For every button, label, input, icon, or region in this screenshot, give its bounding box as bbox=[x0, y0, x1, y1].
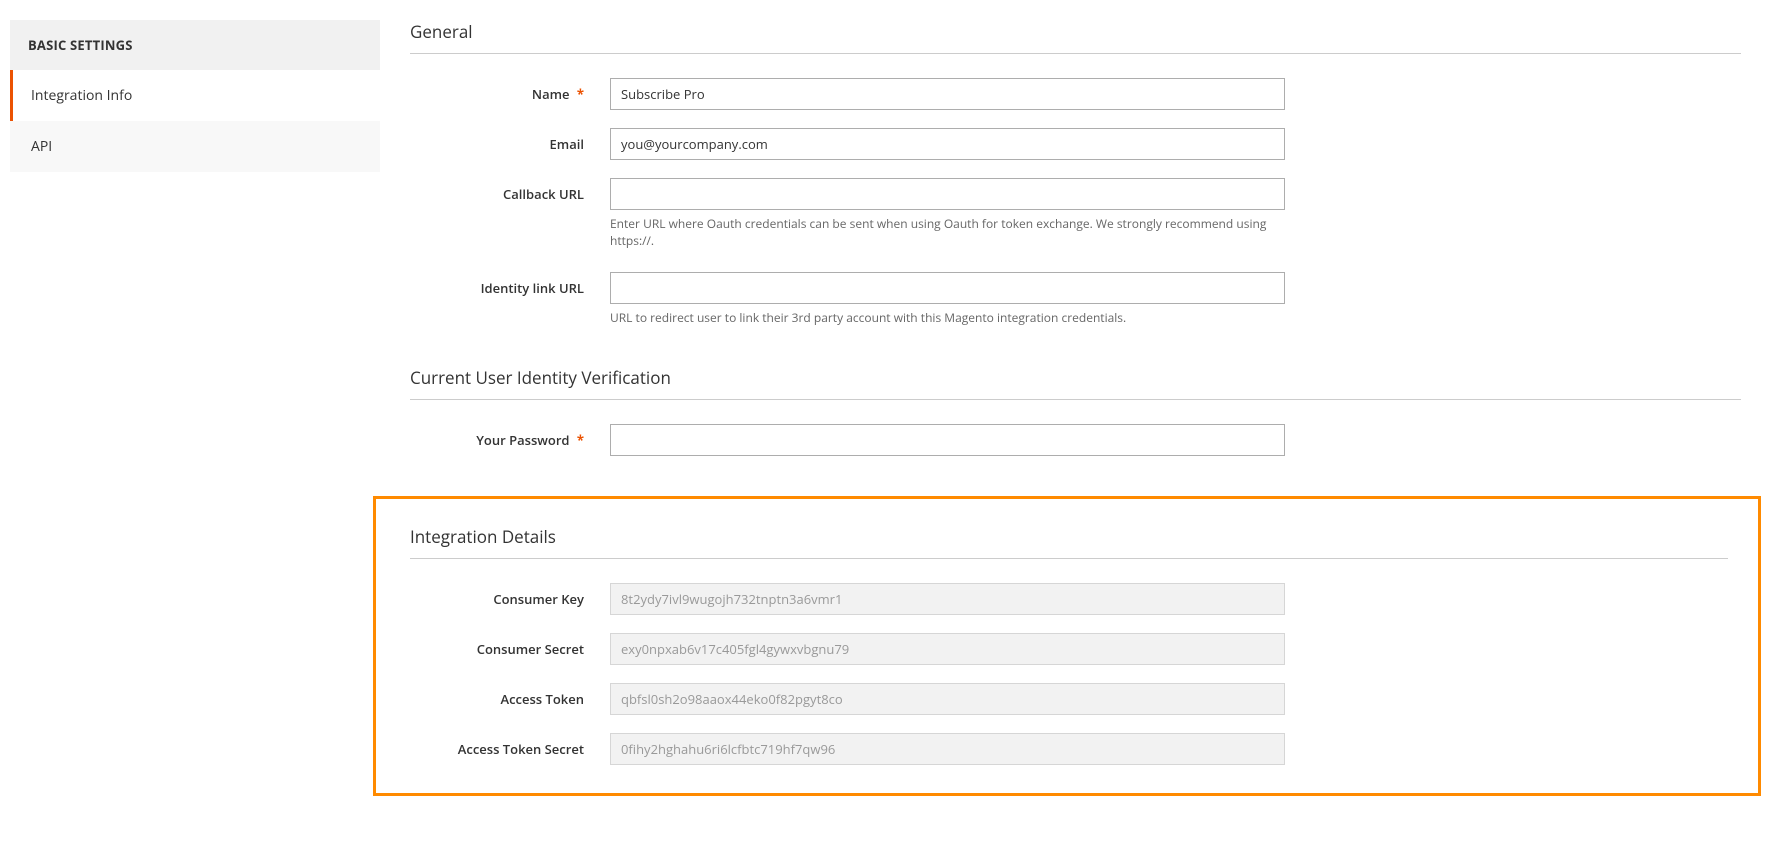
field-row-identity-link-url: Identity link URL URL to redirect user t… bbox=[410, 272, 1741, 327]
label-access-token: Access Token bbox=[500, 690, 584, 708]
label-callback-url: Callback URL bbox=[503, 185, 584, 203]
field-row-name: Name bbox=[410, 78, 1741, 110]
label-consumer-key: Consumer Key bbox=[493, 590, 584, 608]
field-row-access-token-secret: Access Token Secret bbox=[410, 733, 1728, 765]
input-password[interactable] bbox=[610, 424, 1285, 456]
section-general: General Name Email Callback U bbox=[410, 20, 1741, 326]
input-callback-url[interactable] bbox=[610, 178, 1285, 210]
input-name[interactable] bbox=[610, 78, 1285, 110]
field-row-consumer-key: Consumer Key bbox=[410, 583, 1728, 615]
label-email: Email bbox=[550, 135, 584, 153]
field-row-email: Email bbox=[410, 128, 1741, 160]
input-identity-link-url[interactable] bbox=[610, 272, 1285, 304]
sidebar-tab-api[interactable]: API bbox=[10, 121, 380, 172]
sidebar-tab-integration-info[interactable]: Integration Info bbox=[10, 70, 380, 121]
section-title-verification: Current User Identity Verification bbox=[410, 366, 1741, 400]
main-content: General Name Email Callback U bbox=[410, 20, 1761, 796]
label-identity-link-url: Identity link URL bbox=[481, 279, 584, 297]
label-access-token-secret: Access Token Secret bbox=[458, 740, 584, 758]
note-identity-link-url: URL to redirect user to link their 3rd p… bbox=[610, 310, 1285, 327]
input-consumer-secret[interactable] bbox=[610, 633, 1285, 665]
input-consumer-key[interactable] bbox=[610, 583, 1285, 615]
input-email[interactable] bbox=[610, 128, 1285, 160]
section-title-general: General bbox=[410, 20, 1741, 54]
input-access-token-secret[interactable] bbox=[610, 733, 1285, 765]
label-password: Your Password bbox=[476, 431, 584, 449]
label-consumer-secret: Consumer Secret bbox=[477, 640, 584, 658]
section-integration-details: Integration Details Consumer Key Consume… bbox=[410, 525, 1728, 765]
sidebar: BASIC SETTINGS Integration Info API bbox=[10, 20, 380, 172]
label-name: Name bbox=[532, 85, 584, 103]
field-row-consumer-secret: Consumer Secret bbox=[410, 633, 1728, 665]
field-row-access-token: Access Token bbox=[410, 683, 1728, 715]
sidebar-heading: BASIC SETTINGS bbox=[10, 20, 380, 70]
sidebar-tabs: Integration Info API bbox=[10, 70, 380, 172]
note-callback-url: Enter URL where Oauth credentials can be… bbox=[610, 216, 1285, 250]
integration-details-highlight: Integration Details Consumer Key Consume… bbox=[373, 496, 1761, 796]
section-verification: Current User Identity Verification Your … bbox=[410, 366, 1741, 456]
field-row-password: Your Password bbox=[410, 424, 1741, 456]
section-title-integration-details: Integration Details bbox=[410, 525, 1728, 559]
input-access-token[interactable] bbox=[610, 683, 1285, 715]
field-row-callback-url: Callback URL Enter URL where Oauth crede… bbox=[410, 178, 1741, 250]
